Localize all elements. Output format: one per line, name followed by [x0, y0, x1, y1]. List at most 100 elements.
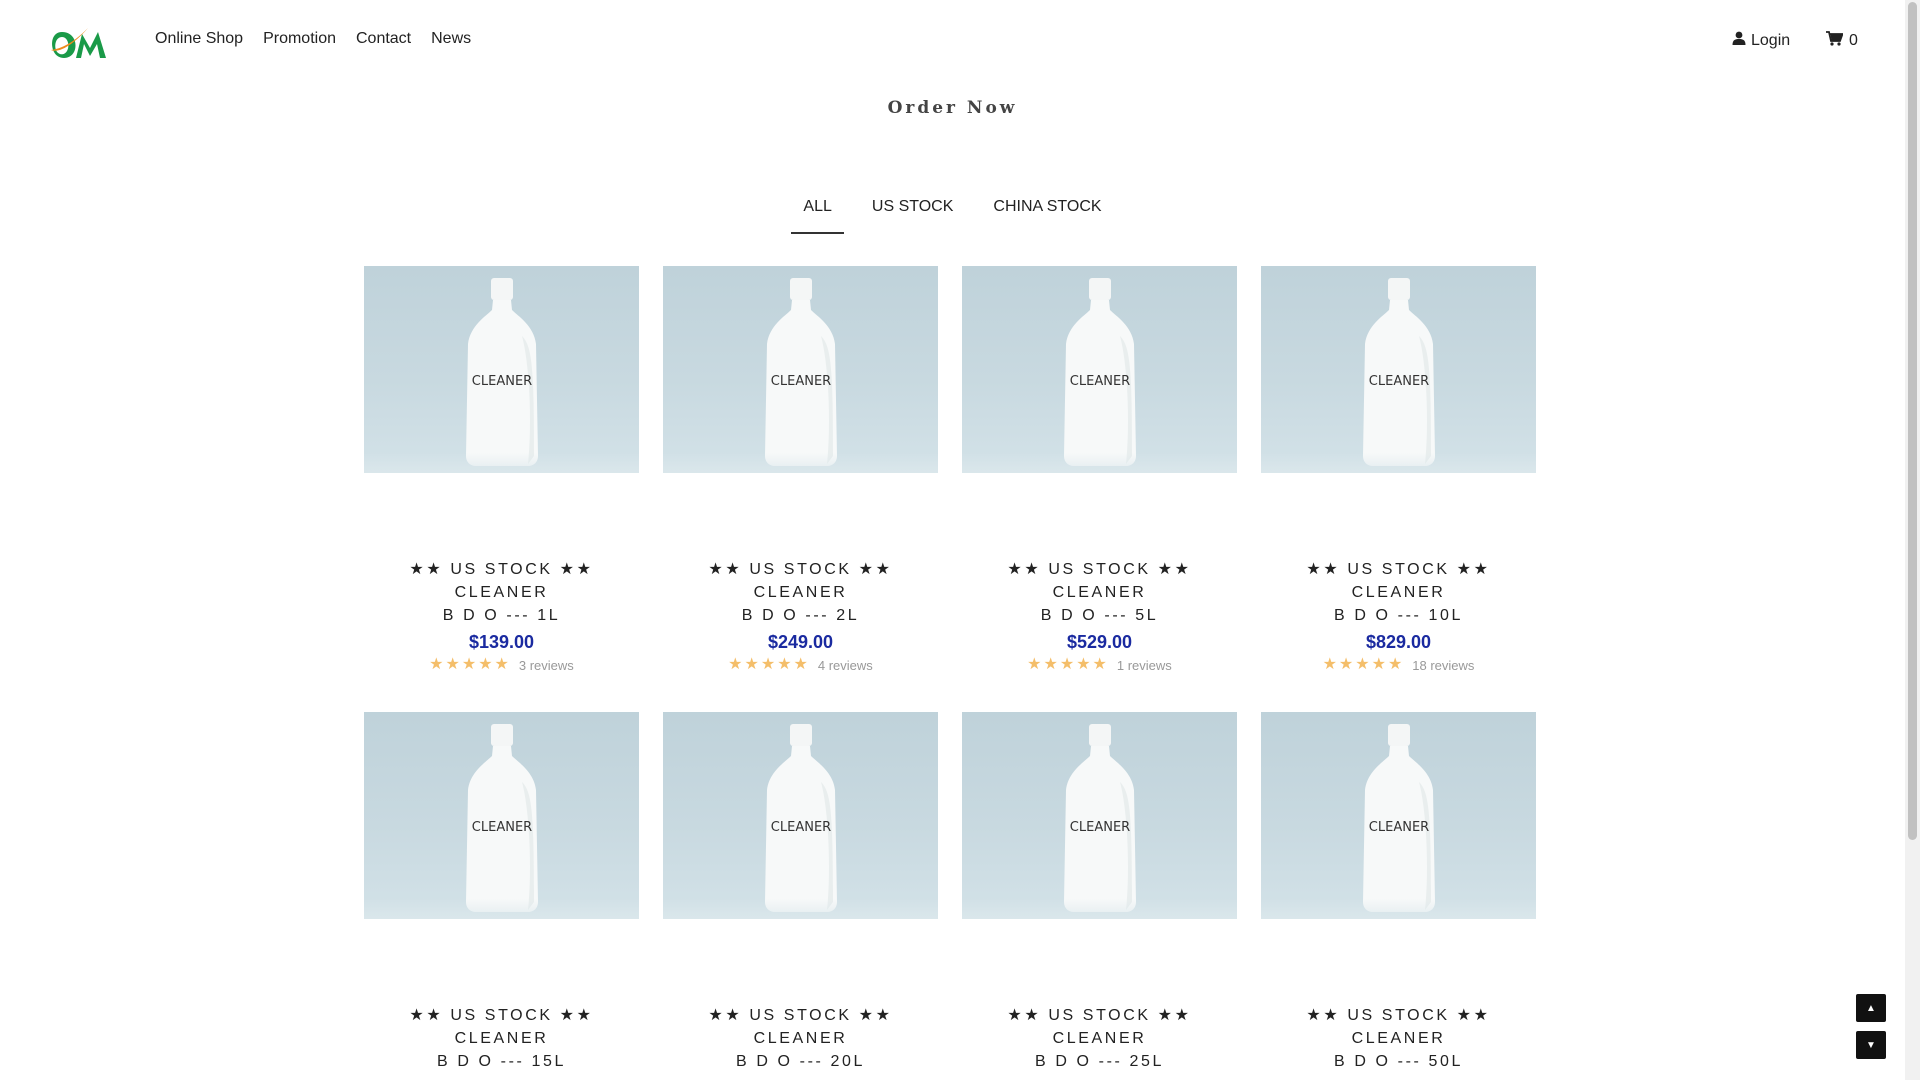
review-count[interactable]: 3 reviews	[519, 658, 574, 673]
product-card[interactable]: CLEANER ★★ US STOCK ★★ CLEANER B D O ---…	[1261, 712, 1536, 1080]
product-image[interactable]: CLEANER	[663, 712, 938, 919]
product-image[interactable]: CLEANER	[663, 266, 938, 473]
om-logo[interactable]	[48, 24, 114, 62]
product-card[interactable]: CLEANER ★★ US STOCK ★★ CLEANER B D O ---…	[663, 266, 938, 673]
svg-text:CLEANER: CLEANER	[1070, 374, 1130, 389]
svg-text:CLEANER: CLEANER	[771, 374, 831, 389]
product-title[interactable]: ★★ US STOCK ★★ CLEANER B D O --- 25L	[962, 1004, 1237, 1073]
star-icon: ★	[1043, 656, 1058, 673]
product-title-line2: B D O --- 5L	[1040, 607, 1159, 624]
product-grid: CLEANER ★★ US STOCK ★★ CLEANER B D O ---…	[364, 266, 1536, 1080]
product-title[interactable]: ★★ US STOCK ★★ CLEANER B D O --- 50L	[1261, 1004, 1536, 1073]
scrollbar-thumb[interactable]	[1908, 2, 1917, 840]
product-title[interactable]: ★★ US STOCK ★★ CLEANER B D O --- 1L	[364, 558, 639, 627]
product-title-line1: ★★ US STOCK ★★ CLEANER	[1007, 1007, 1192, 1047]
tab-us-stock[interactable]: US STOCK	[860, 198, 966, 234]
product-price: $829.00	[1365, 632, 1432, 652]
cart-icon	[1826, 31, 1844, 51]
product-rating: ★ ★ ★ ★ ★ 1 reviews	[962, 657, 1237, 673]
stock-filter-tabs: ALL US STOCK CHINA STOCK	[0, 198, 1905, 234]
product-title-line2: B D O --- 25L	[1035, 1053, 1164, 1070]
login-link[interactable]: Login	[1732, 31, 1790, 50]
login-label: Login	[1751, 31, 1791, 49]
review-count[interactable]: 18 reviews	[1412, 658, 1474, 673]
tab-china-stock[interactable]: CHINA STOCK	[981, 198, 1113, 234]
star-icon: ★	[1371, 656, 1386, 673]
nav-online-shop[interactable]: Online Shop	[155, 30, 243, 48]
star-icon: ★	[494, 656, 509, 673]
product-title-line1: ★★ US STOCK ★★ CLEANER	[708, 561, 893, 601]
product-title-line2: B D O --- 2L	[741, 607, 860, 624]
product-title[interactable]: ★★ US STOCK ★★ CLEANER B D O --- 15L	[364, 1004, 639, 1073]
scroll-down-button[interactable]: ▼	[1856, 1031, 1886, 1059]
bottle-image: CLEANER	[765, 278, 837, 466]
cart-count: 0	[1849, 32, 1858, 49]
image-floor	[364, 899, 639, 919]
product-image[interactable]: CLEANER	[364, 266, 639, 473]
star-icon: ★	[1355, 656, 1370, 673]
product-card[interactable]: CLEANER ★★ US STOCK ★★ CLEANER B D O ---…	[364, 266, 639, 673]
user-icon	[1732, 31, 1746, 50]
svg-text:CLEANER: CLEANER	[472, 820, 532, 835]
product-image[interactable]: CLEANER	[962, 712, 1237, 919]
bottle-image: CLEANER	[1363, 724, 1435, 912]
image-floor	[962, 899, 1237, 919]
star-icon: ★	[1387, 656, 1403, 673]
star-icon: ★	[429, 656, 444, 673]
product-image[interactable]: CLEANER	[962, 266, 1237, 473]
product-rating: ★ ★ ★ ★ ★ 18 reviews	[1261, 657, 1536, 673]
star-icon: ★	[478, 656, 493, 673]
product-image[interactable]: CLEANER	[1261, 712, 1536, 919]
bottle-image: CLEANER	[1064, 278, 1136, 466]
product-card[interactable]: CLEANER ★★ US STOCK ★★ CLEANER B D O ---…	[962, 712, 1237, 1080]
image-floor	[1261, 453, 1536, 473]
product-card[interactable]: CLEANER ★★ US STOCK ★★ CLEANER B D O ---…	[663, 712, 938, 1080]
product-card[interactable]: CLEANER ★★ US STOCK ★★ CLEANER B D O ---…	[1261, 266, 1536, 673]
bottle-image: CLEANER	[765, 724, 837, 912]
svg-text:CLEANER: CLEANER	[1070, 820, 1130, 835]
product-price: $529.00	[1066, 632, 1133, 652]
product-title[interactable]: ★★ US STOCK ★★ CLEANER B D O --- 20L	[663, 1004, 938, 1073]
review-count[interactable]: 1 reviews	[1117, 658, 1172, 673]
product-title-line2: B D O --- 10L	[1334, 607, 1463, 624]
image-floor	[663, 899, 938, 919]
section-title: Order Now	[887, 98, 1018, 118]
tab-all[interactable]: ALL	[791, 198, 845, 234]
star-icon: ★	[1076, 656, 1091, 673]
nav-promotion[interactable]: Promotion	[263, 30, 336, 48]
nav-news[interactable]: News	[431, 30, 471, 48]
product-price: $139.00	[468, 632, 535, 652]
arrow-down-icon: ▼	[1866, 1039, 1876, 1051]
star-icon: ★	[760, 656, 776, 673]
product-title[interactable]: ★★ US STOCK ★★ CLEANER B D O --- 2L	[663, 558, 938, 627]
cart-link[interactable]: 0	[1826, 31, 1858, 51]
bottle-image: CLEANER	[466, 278, 538, 466]
page-scrollbar[interactable]	[1905, 0, 1920, 1080]
star-icon: ★	[744, 656, 759, 673]
product-price: $249.00	[767, 632, 834, 652]
image-floor	[1261, 899, 1536, 919]
star-icon: ★	[1027, 656, 1042, 673]
scroll-up-button[interactable]: ▲	[1856, 994, 1886, 1022]
product-title[interactable]: ★★ US STOCK ★★ CLEANER B D O --- 5L	[962, 558, 1237, 627]
site-header: Online Shop Promotion Contact News Login…	[0, 0, 1905, 84]
product-title-line2: B D O --- 15L	[437, 1053, 566, 1070]
product-title-line1: ★★ US STOCK ★★ CLEANER	[1306, 561, 1491, 601]
product-card[interactable]: CLEANER ★★ US STOCK ★★ CLEANER B D O ---…	[962, 266, 1237, 673]
image-floor	[364, 453, 639, 473]
nav-contact[interactable]: Contact	[356, 30, 411, 48]
product-title-line1: ★★ US STOCK ★★ CLEANER	[1007, 561, 1192, 601]
bottle-image: CLEANER	[1064, 724, 1136, 912]
review-count[interactable]: 4 reviews	[818, 658, 873, 673]
product-image[interactable]: CLEANER	[1261, 266, 1536, 473]
product-image[interactable]: CLEANER	[364, 712, 639, 919]
star-icon: ★	[793, 656, 808, 673]
image-floor	[962, 453, 1237, 473]
svg-text:CLEANER: CLEANER	[771, 820, 831, 835]
product-rating: ★ ★ ★ ★ ★ 4 reviews	[663, 657, 938, 673]
star-icon: ★	[777, 656, 792, 673]
product-card[interactable]: CLEANER ★★ US STOCK ★★ CLEANER B D O ---…	[364, 712, 639, 1080]
svg-text:CLEANER: CLEANER	[472, 374, 532, 389]
image-floor	[663, 453, 938, 473]
product-title[interactable]: ★★ US STOCK ★★ CLEANER B D O --- 10L	[1261, 558, 1536, 627]
